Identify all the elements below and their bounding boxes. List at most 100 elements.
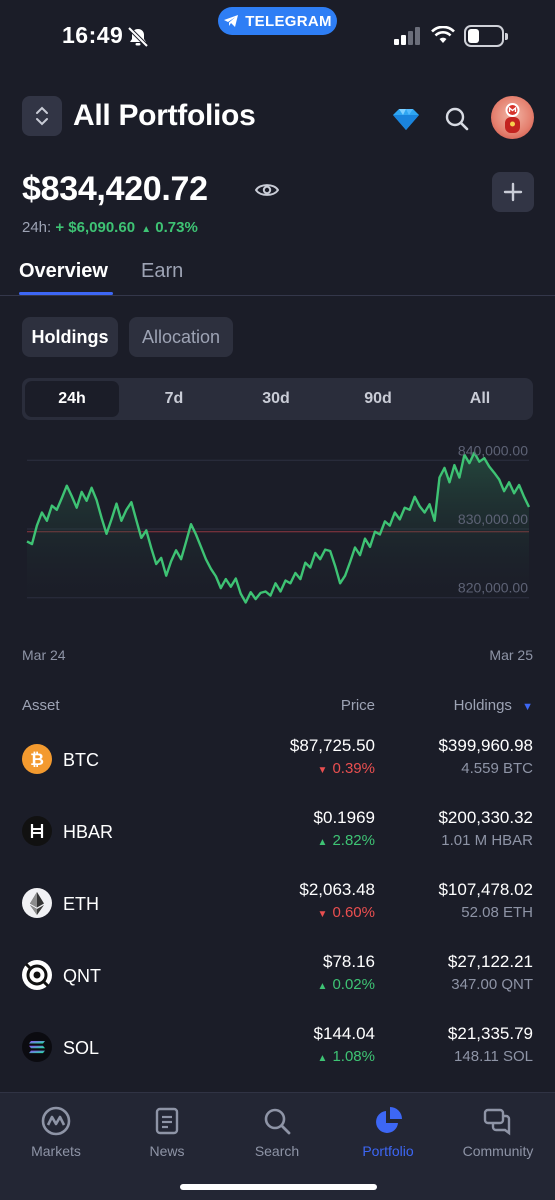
- search-icon[interactable]: [444, 106, 470, 137]
- nav-portfolio[interactable]: Portfolio: [338, 1101, 438, 1159]
- range-30d[interactable]: 30d: [229, 381, 323, 417]
- asset-row-qnt[interactable]: QNT $78.16 ▲ 0.02% $27,122.21 347.00 QNT: [0, 946, 555, 1018]
- quant-icon: [22, 960, 52, 990]
- y-tick-label: 830,000.00: [458, 511, 528, 527]
- asset-row-hbar[interactable]: HBAR $0.1969 ▲ 2.82% $200,330.32 1.01 M HBAR: [0, 802, 555, 874]
- ethereum-icon: [22, 888, 52, 918]
- column-holdings[interactable]: Holdings ▼: [454, 697, 533, 714]
- nav-news-label: News: [149, 1143, 185, 1159]
- change-amount: + $6,090.60: [55, 219, 136, 236]
- time-range-selector: 24h 7d 30d 90d All: [22, 378, 533, 420]
- battery-icon: [464, 25, 508, 47]
- asset-holding-value: $21,335.79: [447, 1024, 533, 1043]
- home-indicator: [180, 1184, 377, 1190]
- asset-row-btc[interactable]: ₿ BTC $87,725.50 ▼ 0.39% $399,960.98 4.559 BTC: [0, 730, 555, 802]
- chart-start-date: Mar 24: [22, 647, 66, 663]
- down-triangle-icon: ▼: [317, 909, 328, 920]
- asset-price: $78.16: [323, 952, 375, 971]
- nav-markets-label: Markets: [31, 1143, 81, 1159]
- diamond-icon[interactable]: [392, 107, 420, 136]
- down-triangle-icon: ▼: [317, 765, 328, 776]
- chart-end-date: Mar 25: [489, 647, 533, 663]
- telegram-icon: [224, 15, 239, 27]
- balance-change: 24h: + $6,090.60 ▲ 0.73%: [22, 219, 198, 236]
- telegram-return-button[interactable]: TELEGRAM: [218, 7, 337, 35]
- up-triangle-icon: ▲: [317, 837, 328, 848]
- asset-symbol: QNT: [63, 966, 101, 986]
- pie-chart-icon: [376, 1107, 402, 1133]
- portfolio-switcher-button[interactable]: [22, 96, 62, 136]
- solana-icon: [22, 1032, 52, 1062]
- portfolio-tabs: Overview Earn: [0, 258, 555, 296]
- total-balance: $834,420.72: [22, 170, 208, 208]
- tab-earn[interactable]: Earn: [141, 260, 183, 283]
- asset-row-sol[interactable]: SOL $144.04 ▲ 1.08% $21,335.79 148.11 SOL: [0, 1018, 555, 1090]
- holdings-chip[interactable]: Holdings: [22, 317, 118, 357]
- asset-price-change-value: 0.02%: [332, 976, 375, 993]
- avatar-mascot-icon: [505, 103, 520, 133]
- search-nav-icon: [264, 1108, 291, 1135]
- sort-desc-icon: ▼: [522, 701, 533, 713]
- tab-overview[interactable]: Overview: [19, 260, 108, 283]
- up-triangle-icon: ▲: [317, 981, 328, 992]
- asset-price-change: ▲ 1.08%: [318, 1048, 375, 1065]
- hbar-icon: [22, 816, 52, 846]
- asset-holding-value: $399,960.98: [438, 736, 533, 755]
- asset-holding-amount: 4.559 BTC: [461, 760, 533, 777]
- range-all[interactable]: All: [433, 381, 527, 417]
- y-tick-label: 820,000.00: [458, 580, 528, 596]
- allocation-chip[interactable]: Allocation: [129, 317, 233, 357]
- asset-price: $0.1969: [313, 808, 375, 827]
- asset-symbol: ETH: [63, 894, 99, 914]
- asset-price-change: ▲ 0.02%: [318, 976, 375, 993]
- asset-price-change: ▲ 2.82%: [318, 832, 375, 849]
- status-bar: 16:49 TELEGRAM: [0, 0, 555, 72]
- up-triangle-icon: ▲: [141, 224, 152, 235]
- plus-icon: [503, 182, 523, 202]
- column-asset: Asset: [22, 697, 60, 714]
- chevron-up-down-icon: [36, 106, 48, 126]
- news-icon: [155, 1107, 179, 1135]
- asset-price: $144.04: [313, 1024, 375, 1043]
- column-holdings-label: Holdings: [453, 697, 512, 714]
- range-24h[interactable]: 24h: [25, 381, 119, 417]
- range-7d[interactable]: 7d: [127, 381, 221, 417]
- asset-holding-value: $107,478.02: [438, 880, 533, 899]
- asset-price-change-value: 2.82%: [332, 832, 375, 849]
- add-transaction-button[interactable]: [492, 172, 534, 212]
- asset-symbol: HBAR: [63, 822, 114, 842]
- y-tick-label: 840,000.00: [458, 442, 528, 458]
- asset-price-change: ▼ 0.60%: [318, 904, 375, 921]
- bell-slash-icon: [127, 26, 149, 48]
- nav-search-label: Search: [254, 1143, 300, 1159]
- eye-icon[interactable]: [254, 182, 280, 203]
- up-triangle-icon: ▲: [317, 1053, 328, 1064]
- asset-price: $87,725.50: [289, 736, 375, 755]
- portfolio-header: All Portfolios: [22, 96, 534, 140]
- asset-holding-amount: 52.08 ETH: [461, 904, 533, 921]
- telegram-label: TELEGRAM: [245, 12, 332, 30]
- wifi-icon: [431, 25, 455, 49]
- nav-news[interactable]: News: [117, 1101, 217, 1159]
- asset-row-eth[interactable]: ETH $2,063.48 ▼ 0.60% $107,478.02 52.08 ETH: [0, 874, 555, 946]
- asset-holding-amount: 347.00 QNT: [451, 976, 533, 993]
- nav-search[interactable]: Search: [227, 1101, 327, 1159]
- asset-holding-value: $200,330.32: [438, 808, 533, 827]
- column-price[interactable]: Price: [341, 697, 375, 714]
- portfolio-chart[interactable]: 840,000.00 830,000.00 820,000.00: [0, 440, 555, 630]
- nav-markets[interactable]: Markets: [6, 1101, 106, 1159]
- nav-community[interactable]: Community: [448, 1101, 548, 1159]
- chat-bubbles-icon: [483, 1108, 511, 1136]
- bitcoin-icon: ₿: [22, 744, 52, 774]
- active-tab-indicator: [19, 292, 113, 295]
- asset-price-change-value: 0.39%: [332, 760, 375, 777]
- asset-price-change-value: 0.60%: [332, 904, 375, 921]
- asset-price-change-value: 1.08%: [332, 1048, 375, 1065]
- asset-price-change: ▼ 0.39%: [318, 760, 375, 777]
- range-90d[interactable]: 90d: [331, 381, 425, 417]
- coinmarketcap-logo-icon: [41, 1106, 71, 1136]
- asset-symbol: SOL: [63, 1038, 100, 1058]
- page-title: All Portfolios: [73, 99, 256, 132]
- asset-holding-amount: 148.11 SOL: [454, 1048, 533, 1065]
- avatar[interactable]: [491, 96, 534, 139]
